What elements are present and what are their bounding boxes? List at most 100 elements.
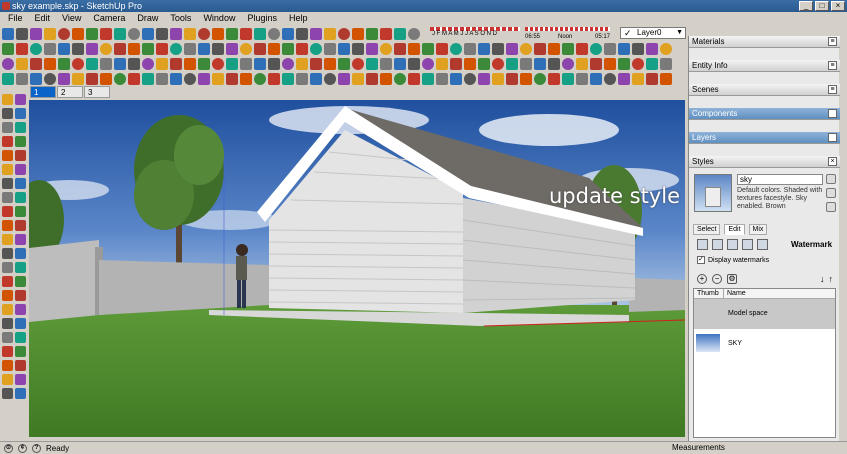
toolbar-tool-icon[interactable] [366, 43, 378, 55]
toolbar-tool-icon[interactable] [422, 73, 434, 85]
toolbar-tool-icon[interactable] [352, 73, 364, 85]
toolbar-tool-icon[interactable] [212, 58, 224, 70]
toolbar-tool-icon[interactable] [408, 43, 420, 55]
toolbar-tool-icon[interactable] [100, 43, 112, 55]
toolbar-tool-icon[interactable] [240, 73, 252, 85]
toolbar-tool-icon[interactable] [534, 43, 546, 55]
left-tool-icon[interactable] [2, 360, 13, 371]
toolbar-tool-icon[interactable] [646, 73, 658, 85]
toolbar-tool-icon[interactable] [30, 28, 42, 40]
toolbar-tool-icon[interactable] [324, 58, 336, 70]
toolbar-tool-icon[interactable] [324, 43, 336, 55]
toolbar-tool-icon[interactable] [366, 28, 378, 40]
toolbar-tool-icon[interactable] [72, 28, 84, 40]
layer-dropdown[interactable]: ✓ Layer0 ▼ [620, 27, 686, 39]
toolbar-tool-icon[interactable] [478, 58, 490, 70]
toolbar-tool-icon[interactable] [268, 43, 280, 55]
left-tool-icon[interactable] [15, 388, 26, 399]
menu-camera[interactable]: Camera [87, 12, 131, 25]
left-tool-icon[interactable] [15, 374, 26, 385]
geo-location-icon[interactable]: ⊙ [4, 443, 13, 453]
toolbar-tool-icon[interactable] [534, 73, 546, 85]
close-icon[interactable]: × [828, 157, 837, 166]
left-tool-icon[interactable] [15, 290, 26, 301]
toolbar-tool-icon[interactable] [282, 73, 294, 85]
tray-scenes[interactable]: Scenes ≡ [689, 84, 840, 96]
left-tool-icon[interactable] [15, 192, 26, 203]
tray-layers[interactable]: Layers × [689, 132, 840, 144]
toolbar-tool-icon[interactable] [212, 28, 224, 40]
toolbar-tool-icon[interactable] [282, 43, 294, 55]
toolbar-tool-icon[interactable] [520, 43, 532, 55]
toolbar-tool-icon[interactable] [254, 58, 266, 70]
left-tool-icon[interactable] [15, 164, 26, 175]
toolbar-tool-icon[interactable] [520, 58, 532, 70]
toolbar-tool-icon[interactable] [16, 73, 28, 85]
toolbar-tool-icon[interactable] [198, 58, 210, 70]
toolbar-tool-icon[interactable] [240, 58, 252, 70]
edge-settings-icon[interactable] [697, 239, 708, 250]
left-tool-icon[interactable] [2, 374, 13, 385]
toolbar-tool-icon[interactable] [534, 58, 546, 70]
toolbar-tool-icon[interactable] [422, 58, 434, 70]
toolbar-tool-icon[interactable] [128, 73, 140, 85]
left-tool-icon[interactable] [15, 360, 26, 371]
toolbar-tool-icon[interactable] [380, 28, 392, 40]
tab-select[interactable]: Select [693, 224, 721, 235]
toolbar-tool-icon[interactable] [506, 73, 518, 85]
toolbar-tool-icon[interactable] [632, 73, 644, 85]
style-description[interactable]: Default colors. Shaded with textures fac… [737, 187, 823, 217]
toolbar-tool-icon[interactable] [506, 43, 518, 55]
toolbar-tool-icon[interactable] [660, 58, 672, 70]
toolbar-tool-icon[interactable] [422, 43, 434, 55]
toolbar-tool-icon[interactable] [576, 73, 588, 85]
toolbar-tool-icon[interactable] [562, 73, 574, 85]
toolbar-tool-icon[interactable] [562, 43, 574, 55]
menu-plugins[interactable]: Plugins [241, 12, 283, 25]
toolbar-tool-icon[interactable] [184, 73, 196, 85]
toolbar-tool-icon[interactable] [156, 73, 168, 85]
update-style-icon[interactable] [826, 202, 836, 212]
shadow-settings-widget[interactable]: J F M A M J J A S O N D 06:55 Noon 05:17 [430, 27, 610, 41]
toolbar-tool-icon[interactable] [72, 43, 84, 55]
toolbar-tool-icon[interactable] [464, 58, 476, 70]
toolbar-tool-icon[interactable] [366, 73, 378, 85]
toolbar-tool-icon[interactable] [2, 73, 14, 85]
toolbar-tool-icon[interactable] [352, 28, 364, 40]
toolbar-tool-icon[interactable] [296, 28, 308, 40]
toolbar-tool-icon[interactable] [198, 43, 210, 55]
toolbar-tool-icon[interactable] [338, 43, 350, 55]
display-watermarks-row[interactable]: ✓ Display watermarks [697, 256, 769, 264]
toolbar-tool-icon[interactable] [478, 43, 490, 55]
toolbar-tool-icon[interactable] [142, 28, 154, 40]
left-tool-icon[interactable] [15, 178, 26, 189]
toolbar-tool-icon[interactable] [632, 58, 644, 70]
menu-help[interactable]: Help [283, 12, 314, 25]
toolbar-tool-icon[interactable] [44, 28, 56, 40]
left-tool-icon[interactable] [2, 248, 13, 259]
toolbar-tool-icon[interactable] [30, 58, 42, 70]
toolbar-tool-icon[interactable] [254, 43, 266, 55]
toolbar-tool-icon[interactable] [58, 73, 70, 85]
menu-tools[interactable]: Tools [164, 12, 197, 25]
toolbar-tool-icon[interactable] [128, 28, 140, 40]
toolbar-tool-icon[interactable] [548, 73, 560, 85]
toolbar-tool-icon[interactable] [142, 73, 154, 85]
toolbar-tool-icon[interactable] [226, 73, 238, 85]
toolbar-tool-icon[interactable] [604, 73, 616, 85]
toolbar-tool-icon[interactable] [58, 58, 70, 70]
left-tool-icon[interactable] [2, 108, 13, 119]
left-tool-icon[interactable] [15, 150, 26, 161]
scene-tab-2[interactable]: 2 [57, 86, 83, 98]
toolbar-tool-icon[interactable] [254, 73, 266, 85]
toolbar-tool-icon[interactable] [72, 73, 84, 85]
toolbar-tool-icon[interactable] [100, 58, 112, 70]
toolbar-tool-icon[interactable] [338, 73, 350, 85]
toolbar-tool-icon[interactable] [324, 73, 336, 85]
toolbar-tool-icon[interactable] [394, 58, 406, 70]
left-tool-icon[interactable] [15, 262, 26, 273]
toolbar-tool-icon[interactable] [226, 28, 238, 40]
toolbar-tool-icon[interactable] [590, 73, 602, 85]
toolbar-tool-icon[interactable] [604, 43, 616, 55]
left-tool-icon[interactable] [15, 108, 26, 119]
